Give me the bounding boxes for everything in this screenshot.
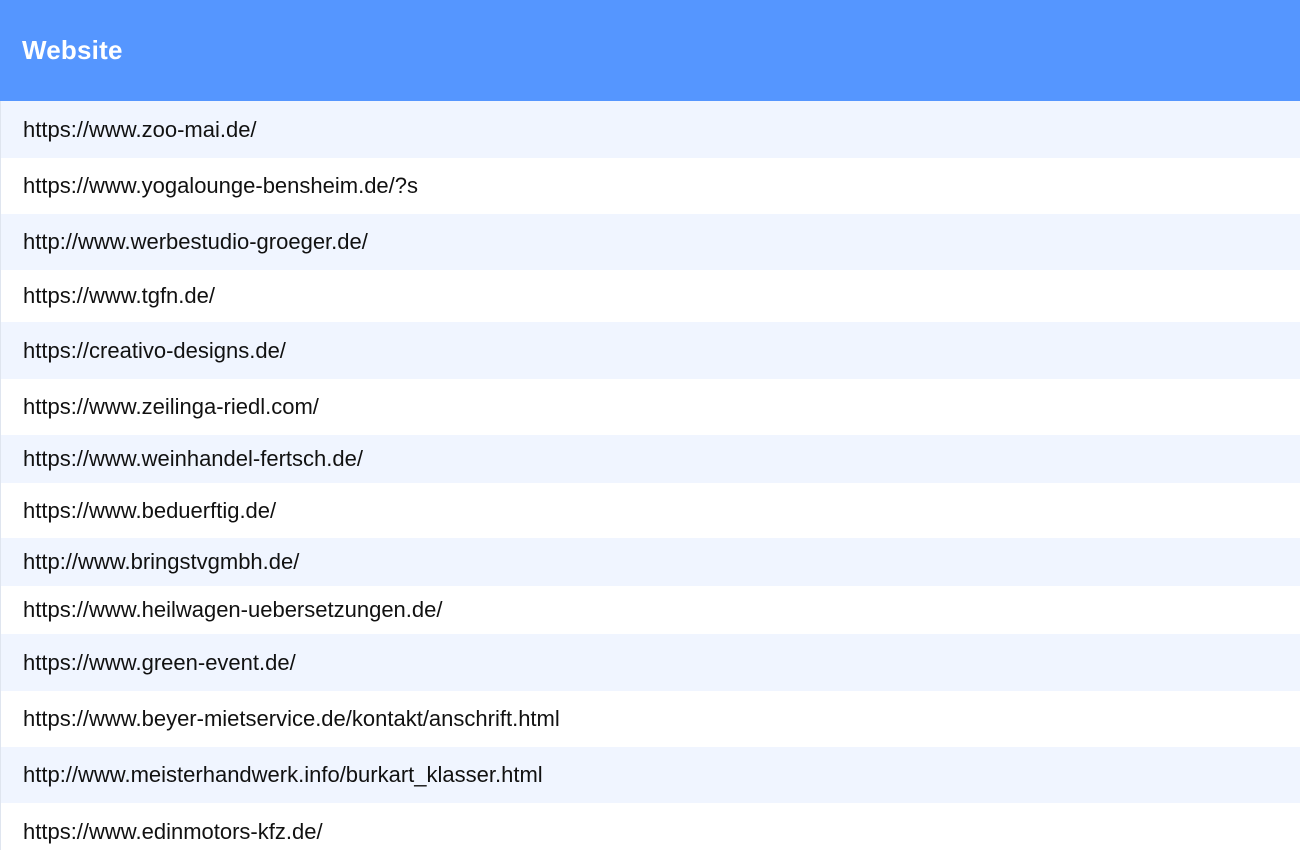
table-row[interactable]: https://www.beduerftig.de/ bbox=[0, 483, 1300, 538]
table-row[interactable]: https://www.zeilinga-riedl.com/ bbox=[0, 379, 1300, 435]
website-url[interactable]: https://www.edinmotors-kfz.de/ bbox=[23, 820, 323, 843]
column-header-website[interactable]: Website bbox=[22, 35, 123, 66]
table-header: Website bbox=[0, 0, 1300, 101]
table-row[interactable]: https://www.edinmotors-kfz.de/ bbox=[0, 803, 1300, 850]
table-row[interactable]: https://www.zoo-mai.de/ bbox=[0, 101, 1300, 158]
table-row[interactable]: http://www.werbestudio-groeger.de/ bbox=[0, 214, 1300, 270]
table-row[interactable]: https://creativo-designs.de/ bbox=[0, 322, 1300, 379]
table-row[interactable]: https://www.beyer-mietservice.de/kontakt… bbox=[0, 691, 1300, 747]
website-url[interactable]: https://www.heilwagen-uebersetzungen.de/ bbox=[23, 599, 442, 621]
table-row[interactable]: https://www.heilwagen-uebersetzungen.de/ bbox=[0, 586, 1300, 634]
website-url[interactable]: https://www.beyer-mietservice.de/kontakt… bbox=[23, 708, 560, 730]
website-url[interactable]: https://www.weinhandel-fertsch.de/ bbox=[23, 448, 363, 470]
website-table: Website https://www.zoo-mai.de/ https://… bbox=[0, 0, 1300, 850]
website-url[interactable]: http://www.meisterhandwerk.info/burkart_… bbox=[23, 764, 543, 786]
website-url[interactable]: https://www.green-event.de/ bbox=[23, 651, 296, 674]
website-url[interactable]: http://www.werbestudio-groeger.de/ bbox=[23, 231, 368, 253]
table-row[interactable]: https://www.green-event.de/ bbox=[0, 634, 1300, 691]
table-row[interactable]: https://www.yogalounge-bensheim.de/?s bbox=[0, 158, 1300, 214]
table-row[interactable]: http://www.bringstvgmbh.de/ bbox=[0, 538, 1300, 586]
website-url[interactable]: https://www.yogalounge-bensheim.de/?s bbox=[23, 175, 418, 197]
table-row[interactable]: http://www.meisterhandwerk.info/burkart_… bbox=[0, 747, 1300, 803]
website-url[interactable]: https://www.tgfn.de/ bbox=[23, 285, 215, 307]
website-url[interactable]: https://www.zoo-mai.de/ bbox=[23, 118, 257, 141]
website-url[interactable]: https://www.zeilinga-riedl.com/ bbox=[23, 396, 319, 418]
website-url[interactable]: http://www.bringstvgmbh.de/ bbox=[23, 551, 299, 573]
table-row[interactable]: https://www.weinhandel-fertsch.de/ bbox=[0, 435, 1300, 483]
website-url[interactable]: https://creativo-designs.de/ bbox=[23, 339, 286, 362]
table-row[interactable]: https://www.tgfn.de/ bbox=[0, 270, 1300, 322]
website-url[interactable]: https://www.beduerftig.de/ bbox=[23, 499, 276, 522]
